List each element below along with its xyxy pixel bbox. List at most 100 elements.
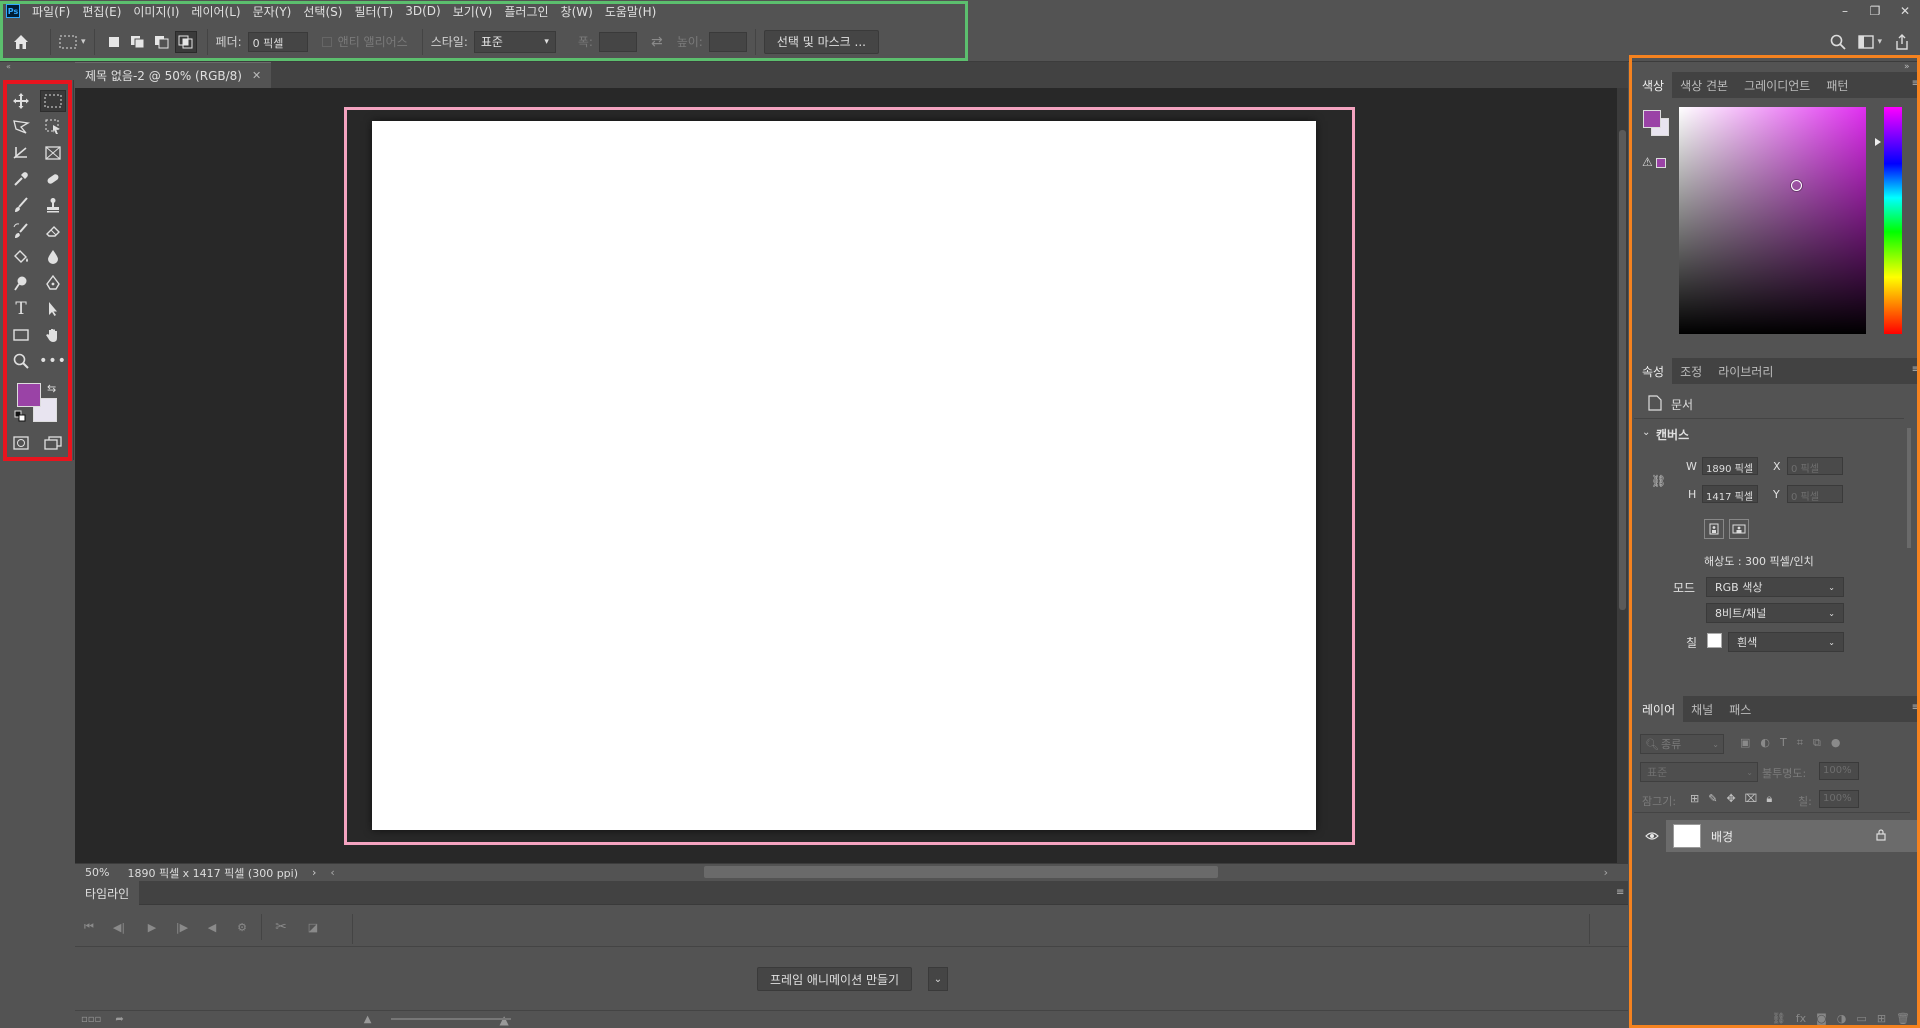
filter-smart-object-icon[interactable]: ⧉: [1813, 736, 1821, 750]
lock-transparent-icon[interactable]: ⊞: [1690, 792, 1699, 806]
lock-all-icon[interactable]: 🔒︎: [1766, 792, 1772, 806]
tab-properties[interactable]: 속성: [1634, 358, 1673, 384]
add-mask-icon[interactable]: ◙: [1816, 1012, 1827, 1025]
layer-name[interactable]: 배경: [1711, 828, 1733, 845]
new-group-folder-icon[interactable]: ▭: [1856, 1012, 1866, 1025]
new-layer-icon[interactable]: ⊞: [1877, 1012, 1886, 1025]
split-scissors-icon[interactable]: ✂: [270, 918, 292, 936]
portrait-orientation-icon[interactable]: [1704, 519, 1724, 539]
tab-patterns[interactable]: 패턴: [1818, 72, 1856, 98]
layer-fill-input[interactable]: 100%: [1819, 790, 1859, 808]
chevron-down-icon[interactable]: ⌄: [1642, 427, 1650, 438]
next-frame-icon[interactable]: |▶︎: [171, 918, 193, 936]
layer-filter-select[interactable]: 🔍︎ 종류 ⌄: [1640, 734, 1724, 754]
panel-menu-icon[interactable]: ≡: [1912, 78, 1920, 89]
dodge-tool-icon[interactable]: [8, 272, 34, 294]
scroll-left-arrow-icon[interactable]: ‹: [330, 866, 334, 879]
height-input[interactable]: [708, 31, 747, 52]
move-tool-icon[interactable]: [8, 90, 34, 112]
convert-timeline-icon[interactable]: ▫▫▫: [81, 1014, 101, 1025]
hue-slider[interactable]: [1884, 107, 1902, 334]
swap-dimensions-icon[interactable]: ⇄: [651, 34, 663, 50]
new-selection-icon[interactable]: [103, 31, 125, 53]
feather-input[interactable]: 0 픽셀: [247, 31, 308, 52]
type-tool-icon[interactable]: T: [8, 298, 34, 320]
hand-tool-icon[interactable]: [40, 324, 66, 346]
play-icon[interactable]: ▶: [141, 918, 163, 936]
object-selection-tool-icon[interactable]: [40, 116, 66, 138]
first-frame-icon[interactable]: ⏮: [78, 918, 100, 936]
search-icon[interactable]: [1830, 34, 1847, 50]
hue-slider-marker[interactable]: [1875, 138, 1881, 146]
lock-image-icon[interactable]: ✎: [1708, 792, 1717, 806]
create-frame-animation-button[interactable]: 프레임 애니메이션 만들기: [757, 967, 913, 991]
history-brush-tool-icon[interactable]: [8, 220, 34, 242]
zoom-tool-icon[interactable]: [8, 350, 34, 372]
minimize-icon[interactable]: –: [1830, 0, 1860, 22]
tab-timeline[interactable]: 타임라인: [75, 881, 140, 905]
brush-tool-icon[interactable]: [8, 194, 34, 216]
layer-lock-icon[interactable]: [1874, 828, 1888, 842]
default-colors-icon[interactable]: [14, 410, 26, 425]
menu-view[interactable]: 보기(V): [453, 3, 493, 20]
eyedropper-tool-icon[interactable]: [8, 168, 34, 190]
tab-adjustments[interactable]: 조정: [1672, 358, 1710, 384]
select-and-mask-button[interactable]: 선택 및 마스크 ...: [763, 29, 879, 54]
path-selection-tool-icon[interactable]: [40, 298, 66, 320]
fill-color-swatch[interactable]: [1707, 633, 1722, 648]
add-selection-icon[interactable]: [127, 31, 149, 53]
blend-mode-select[interactable]: 표준 ⌄: [1640, 762, 1758, 782]
frame-tool-icon[interactable]: [40, 142, 66, 164]
menu-layer[interactable]: 레이어(L): [191, 3, 240, 20]
subtract-selection-icon[interactable]: [151, 31, 173, 53]
timeline-zoom-slider[interactable]: [391, 1018, 511, 1020]
tab-swatches[interactable]: 색상 견본: [1672, 72, 1736, 98]
style-select[interactable]: 표준 ▾: [473, 30, 556, 53]
tab-libraries[interactable]: 라이브러리: [1710, 358, 1781, 384]
delete-layer-trash-icon[interactable]: 🗑︎: [1896, 1012, 1910, 1025]
color-picker-cursor[interactable]: [1791, 180, 1802, 191]
rectangle-tool-icon[interactable]: [8, 324, 34, 346]
landscape-orientation-icon[interactable]: [1729, 519, 1749, 539]
scroll-right-arrow-icon[interactable]: ›: [1604, 866, 1608, 879]
zoom-level[interactable]: 50%: [85, 866, 109, 879]
lasso-tool-icon[interactable]: [8, 116, 34, 138]
settings-gear-icon[interactable]: ⚙: [231, 918, 253, 936]
lock-artboard-icon[interactable]: ⌧: [1745, 792, 1758, 806]
menu-image[interactable]: 이미지(I): [133, 3, 179, 20]
audio-icon[interactable]: ◀: [201, 918, 223, 936]
more-tools-icon[interactable]: •••: [39, 350, 66, 372]
filter-adjustment-icon[interactable]: ◐: [1760, 736, 1770, 750]
tab-color[interactable]: 색상: [1634, 72, 1673, 98]
layer-thumbnail[interactable]: [1673, 824, 1701, 848]
fill-select[interactable]: 흰색 ⌄: [1728, 632, 1844, 652]
foreground-color-swatch[interactable]: [17, 383, 41, 407]
canvas-horizontal-scroll-thumb[interactable]: [704, 866, 1218, 878]
share-icon[interactable]: [1894, 34, 1910, 50]
chevron-down-icon[interactable]: ⌄: [928, 967, 948, 991]
width-input[interactable]: [598, 31, 637, 52]
color-picker-field[interactable]: [1679, 107, 1866, 334]
timeline-menu-icon[interactable]: ≡: [1616, 887, 1624, 898]
intersect-selection-icon[interactable]: [174, 30, 197, 53]
menu-type[interactable]: 문자(Y): [253, 3, 292, 20]
tab-gradients[interactable]: 그레이디언트: [1736, 72, 1818, 98]
transition-icon[interactable]: ◪: [302, 918, 324, 936]
screen-mode-icon[interactable]: [40, 432, 66, 454]
menu-3d[interactable]: 3D(D): [405, 4, 440, 18]
panel-menu-icon[interactable]: ≡: [1912, 702, 1920, 713]
eye-visibility-icon[interactable]: [1644, 828, 1660, 844]
canvas-y-input[interactable]: 0 픽셀: [1787, 485, 1843, 503]
document-canvas[interactable]: [372, 121, 1316, 830]
layer-style-fx-icon[interactable]: fx: [1796, 1012, 1806, 1025]
panel-collapse-icon[interactable]: »: [1904, 62, 1910, 72]
eraser-tool-icon[interactable]: [40, 220, 66, 242]
canvas-width-input[interactable]: 1890 픽셀: [1702, 457, 1758, 475]
new-adjustment-layer-icon[interactable]: ◑: [1837, 1012, 1847, 1025]
close-tab-icon[interactable]: ✕: [252, 69, 261, 82]
close-window-icon[interactable]: ✕: [1890, 0, 1920, 22]
home-icon[interactable]: [0, 22, 42, 62]
menu-window[interactable]: 창(W): [561, 3, 593, 20]
foreground-color-swatch[interactable]: [1643, 110, 1661, 128]
blur-tool-icon[interactable]: [40, 246, 66, 268]
